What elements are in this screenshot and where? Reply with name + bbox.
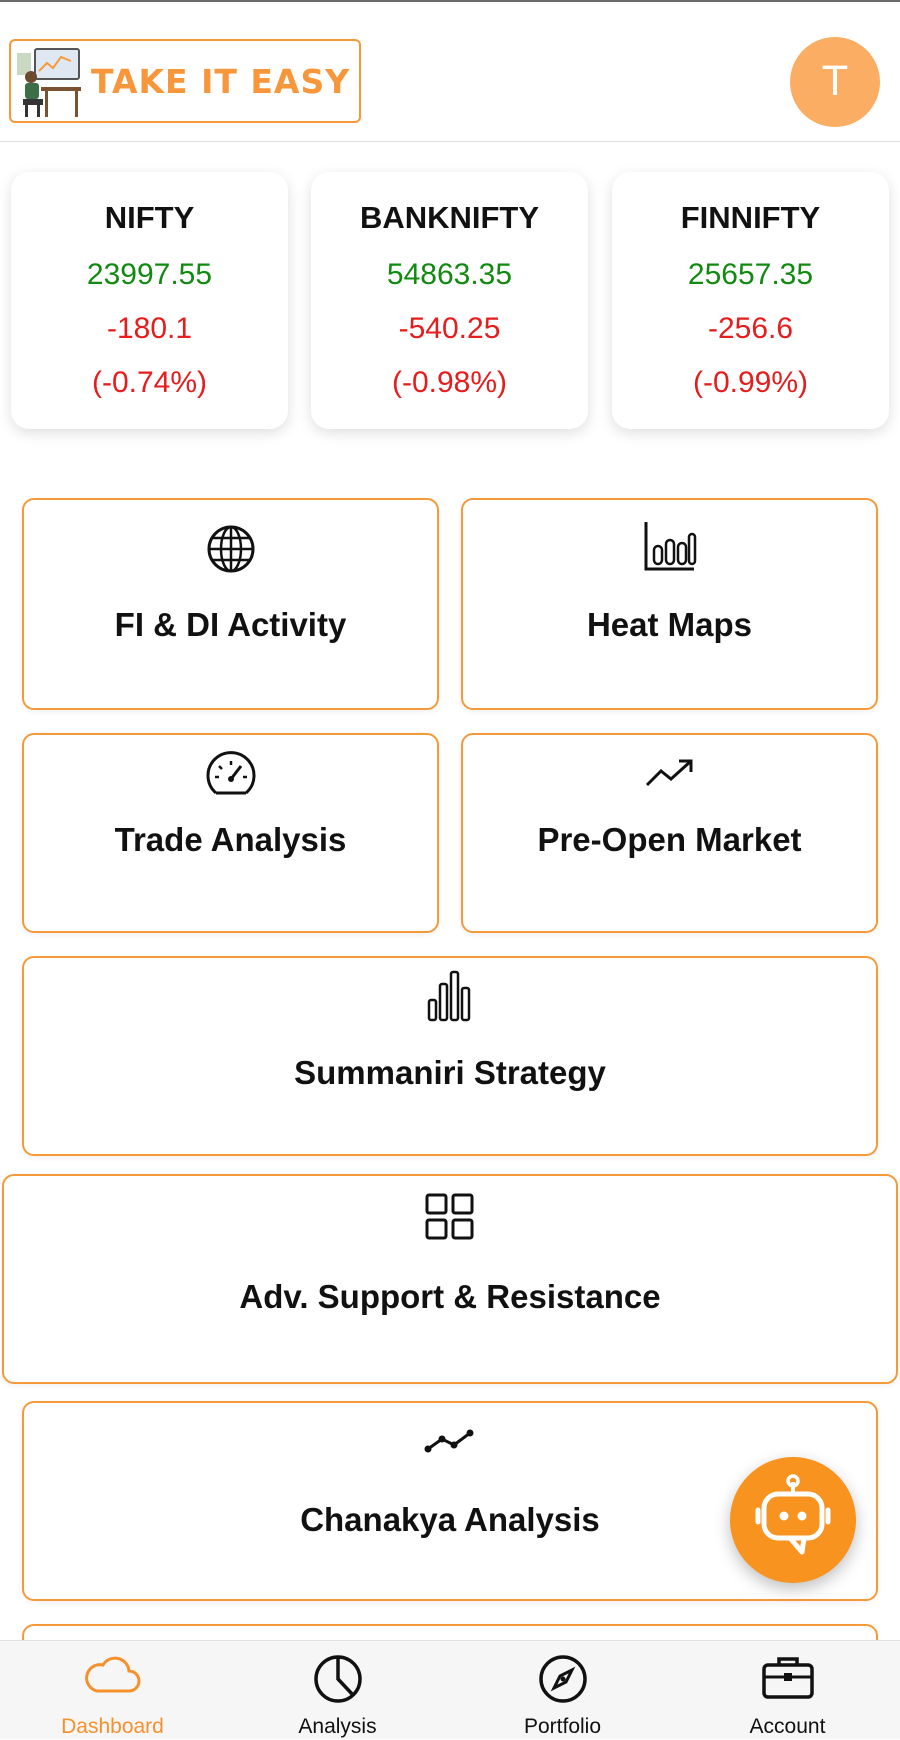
chatbot-button[interactable] — [730, 1457, 856, 1583]
index-name: BANKNIFTY — [359, 200, 540, 235]
heat-maps-tile[interactable]: Heat Maps — [461, 498, 878, 710]
index-card-nifty[interactable]: NIFTY 23997.55 -180.1 (-0.74%) — [11, 172, 288, 429]
index-change: -540.25 — [398, 312, 501, 345]
logo-text: TAKE IT EASY — [91, 61, 351, 101]
index-change: -256.6 — [707, 312, 794, 345]
grid-icon — [425, 1193, 474, 1240]
index-card-banknifty[interactable]: BANKNIFTY 54863.35 -540.25 (-0.98%) — [311, 172, 588, 429]
line-chart-icon — [424, 1429, 474, 1453]
bars-icon — [427, 970, 471, 1022]
tab-label: Analysis — [298, 1715, 377, 1738]
index-percent: (-0.98%) — [391, 366, 508, 399]
cloud-icon — [84, 1656, 140, 1693]
globe-icon — [207, 525, 254, 573]
briefcase-icon — [761, 1657, 814, 1699]
pre-open-market-tile[interactable]: Pre-Open Market — [461, 733, 878, 933]
tile-label: Adv. Support & Resistance — [239, 1278, 661, 1315]
avatar[interactable]: T — [790, 37, 880, 127]
summaniri-strategy-tile[interactable]: Summaniri Strategy — [22, 956, 878, 1156]
fi-di-activity-tile[interactable]: FI & DI Activity — [22, 498, 439, 710]
tile-label: Pre-Open Market — [537, 821, 802, 858]
robot-chat-icon — [755, 1474, 831, 1555]
compass-icon — [538, 1655, 587, 1703]
index-price: 23997.55 — [86, 258, 213, 291]
index-name: FINNIFTY — [680, 200, 821, 235]
tab-analysis[interactable]: Analysis — [225, 1641, 450, 1740]
avatar-initial: T — [822, 59, 848, 105]
index-price: 54863.35 — [386, 258, 513, 291]
tab-account[interactable]: Account — [675, 1641, 900, 1740]
tab-label: Portfolio — [523, 1715, 602, 1738]
tile-label: Heat Maps — [586, 606, 753, 643]
tab-label: Account — [749, 1715, 826, 1738]
adv-support-resistance-tile[interactable]: Adv. Support & Resistance — [2, 1174, 898, 1384]
tab-dashboard[interactable]: Dashboard — [0, 1641, 225, 1740]
bar-chart-icon — [644, 522, 696, 571]
trade-analysis-tile[interactable]: Trade Analysis — [22, 733, 439, 933]
index-change: -180.1 — [106, 312, 193, 345]
index-percent: (-0.74%) — [91, 366, 208, 399]
index-card-finnifty[interactable]: FINNIFTY 25657.35 -256.6 (-0.99%) — [612, 172, 889, 429]
speedometer-icon — [206, 751, 255, 795]
app-logo[interactable]: TAKE IT EASY — [9, 39, 361, 123]
bottom-tab-bar: Dashboard Analysis Portfolio Account — [0, 1640, 900, 1739]
trader-illustration-icon — [17, 48, 81, 117]
index-name: NIFTY — [104, 200, 195, 235]
tab-label: Dashboard — [61, 1715, 164, 1738]
index-price: 25657.35 — [687, 258, 814, 291]
trending-up-icon — [645, 759, 692, 787]
app-header: TAKE IT EASY T — [0, 2, 900, 142]
pie-chart-icon — [313, 1655, 362, 1703]
tile-label: Summaniri Strategy — [294, 1054, 606, 1091]
tab-portfolio[interactable]: Portfolio — [450, 1641, 675, 1740]
index-percent: (-0.99%) — [692, 366, 809, 399]
tile-label: FI & DI Activity — [114, 606, 347, 643]
tile-label: Trade Analysis — [114, 821, 347, 858]
